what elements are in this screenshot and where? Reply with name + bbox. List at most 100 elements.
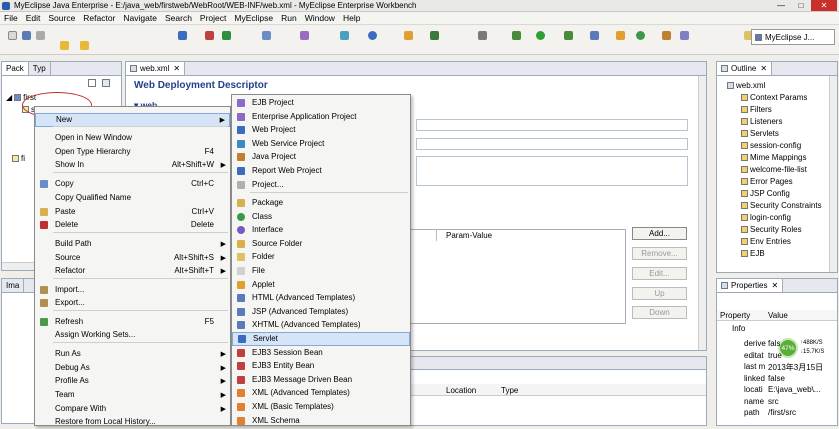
context-menu-item[interactable]: Assign Working Sets... [35, 328, 230, 342]
collapse-all-icon[interactable] [88, 79, 96, 87]
context-menu-item[interactable]: Build Path ▶ [35, 237, 230, 251]
context-menu-item[interactable]: Compare With ▶ [35, 402, 230, 416]
context-menu-item[interactable]: Delete Delete [35, 218, 230, 232]
new-submenu-item[interactable]: Folder [232, 250, 410, 264]
menu-help[interactable]: Help [339, 13, 364, 23]
run-server-icon[interactable] [430, 31, 439, 40]
new-submenu-item[interactable]: Enterprise Application Project [232, 110, 410, 124]
new-submenu-item[interactable]: EJB Project [232, 96, 410, 110]
tab-image[interactable]: Ima [2, 279, 25, 292]
outline-item[interactable]: Security Roles [741, 225, 802, 234]
context-menu-item[interactable]: Import... [35, 283, 230, 297]
new-java-project-icon[interactable] [590, 31, 599, 40]
report-icon[interactable] [340, 31, 349, 40]
menu-window[interactable]: Window [301, 13, 339, 23]
context-menu-item[interactable]: Open in New Window [35, 131, 230, 145]
context-menu-item[interactable]: Run As ▶ [35, 347, 230, 361]
outline-root[interactable]: web.xml [727, 81, 765, 90]
outline-item[interactable]: Listeners [741, 117, 782, 126]
context-menu-item[interactable]: Export... [35, 296, 230, 310]
new-submenu-item[interactable]: EJB3 Entity Bean [232, 359, 410, 373]
menu-search[interactable]: Search [161, 13, 196, 23]
context-menu-item[interactable]: Team ▶ [35, 388, 230, 402]
menu-myeclipse[interactable]: MyEclipse [230, 13, 277, 23]
tab-package-explorer[interactable]: Pack [2, 62, 29, 75]
close-properties-icon[interactable]: ✕ [771, 281, 778, 290]
menu-project[interactable]: Project [196, 13, 230, 23]
outline-item[interactable]: JSP Config [741, 189, 790, 198]
context-menu-item[interactable]: Copy Ctrl+C [35, 177, 230, 191]
up-button[interactable]: Up [632, 287, 687, 300]
outline-item[interactable]: Filters [741, 105, 772, 114]
new-submenu-item[interactable]: HTML (Advanced Templates) [232, 291, 410, 305]
debug-icon[interactable] [512, 31, 521, 40]
print-icon[interactable] [36, 31, 45, 40]
coverage-icon[interactable] [564, 31, 573, 40]
context-menu-item[interactable]: Show In Alt+Shift+W ▶ [35, 158, 230, 172]
outline-item[interactable]: Security Constraints [741, 201, 822, 210]
pen-icon[interactable] [680, 31, 689, 40]
new-submenu-item[interactable]: Servlet [232, 332, 410, 346]
new-submenu-item[interactable]: Interface [232, 223, 410, 237]
maximize-button[interactable]: □ [791, 0, 811, 11]
save-icon[interactable] [22, 31, 31, 40]
context-menu-item[interactable]: Refactor Alt+Shift+T ▶ [35, 264, 230, 278]
context-menu-item[interactable]: Paste Ctrl+V [35, 205, 230, 219]
new-submenu-item[interactable]: Applet [232, 278, 410, 292]
menu-file[interactable]: File [0, 13, 22, 23]
new-submenu-item[interactable]: Web Service Project [232, 137, 410, 151]
tab-web-xml[interactable]: web.xml ✕ [126, 62, 186, 75]
menu-run[interactable]: Run [277, 13, 301, 23]
new-submenu-item[interactable]: Source Folder [232, 237, 410, 251]
outline-item[interactable]: Mime Mappings [741, 153, 806, 162]
outline-item[interactable]: Env Entries [741, 237, 791, 246]
new-class-icon[interactable] [636, 31, 645, 40]
new-submenu-item[interactable]: Class [232, 210, 410, 224]
outline-item[interactable]: Servlets [741, 129, 779, 138]
outline-scrollbar[interactable] [829, 76, 837, 272]
tree-item-fi[interactable]: fi [12, 154, 25, 163]
outline-item[interactable]: session-config [741, 141, 801, 150]
new-submenu-item[interactable]: File [232, 264, 410, 278]
new-submenu-item[interactable]: Package [232, 196, 410, 210]
new-submenu-item[interactable]: XML (Advanced Templates) [232, 386, 410, 400]
context-menu-item[interactable]: Copy Qualified Name [35, 191, 230, 205]
outline-item[interactable]: EJB [741, 249, 765, 258]
new-submenu-item[interactable]: Web Project [232, 123, 410, 137]
close-outline-icon[interactable]: ✕ [760, 64, 767, 73]
add-button[interactable]: Add... [632, 227, 687, 240]
new-submenu-item[interactable]: Report Web Project [232, 164, 410, 178]
context-menu-item[interactable]: Restore from Local History... [35, 415, 230, 429]
server-icon[interactable] [205, 31, 214, 40]
new-submenu-item[interactable]: Project... [232, 178, 410, 192]
context-menu-item[interactable]: Refresh F5 [35, 315, 230, 329]
edit-button[interactable]: Edit... [632, 267, 687, 280]
new-submenu-item[interactable]: XML (Basic Templates) [232, 400, 410, 414]
context-menu-item[interactable]: Profile As ▶ [35, 374, 230, 388]
prop-group-info[interactable]: Info [732, 324, 745, 333]
close-tab-icon[interactable]: ✕ [173, 64, 180, 73]
field-row-1[interactable] [416, 119, 688, 131]
new-package-icon[interactable] [616, 31, 625, 40]
tab-outline[interactable]: Outline ✕ [717, 62, 773, 75]
back-icon[interactable] [60, 41, 69, 50]
wizard-icon[interactable] [404, 31, 413, 40]
run-icon[interactable] [536, 31, 545, 40]
new-submenu-item[interactable]: EJB3 Session Bean [232, 346, 410, 360]
menu-refactor[interactable]: Refactor [79, 13, 119, 23]
perspective-switcher[interactable]: MyEclipse J... [751, 29, 835, 45]
close-button[interactable]: ✕ [811, 0, 837, 11]
outline-item[interactable]: Context Params [741, 93, 807, 102]
field-row-2[interactable] [416, 138, 688, 150]
outline-item[interactable]: welcome-file-list [741, 165, 807, 174]
deploy-icon[interactable] [178, 31, 187, 40]
search-icon[interactable] [662, 31, 671, 40]
new-icon[interactable] [8, 31, 17, 40]
context-menu-item[interactable]: Source Alt+Shift+S ▶ [35, 251, 230, 265]
down-button[interactable]: Down [632, 306, 687, 319]
link-editor-icon[interactable] [102, 79, 110, 87]
new-submenu-item[interactable]: JSP (Advanced Templates) [232, 305, 410, 319]
context-menu-item[interactable]: New ▶ [35, 113, 230, 127]
text-area[interactable] [416, 156, 688, 186]
db-icon[interactable] [368, 31, 377, 40]
